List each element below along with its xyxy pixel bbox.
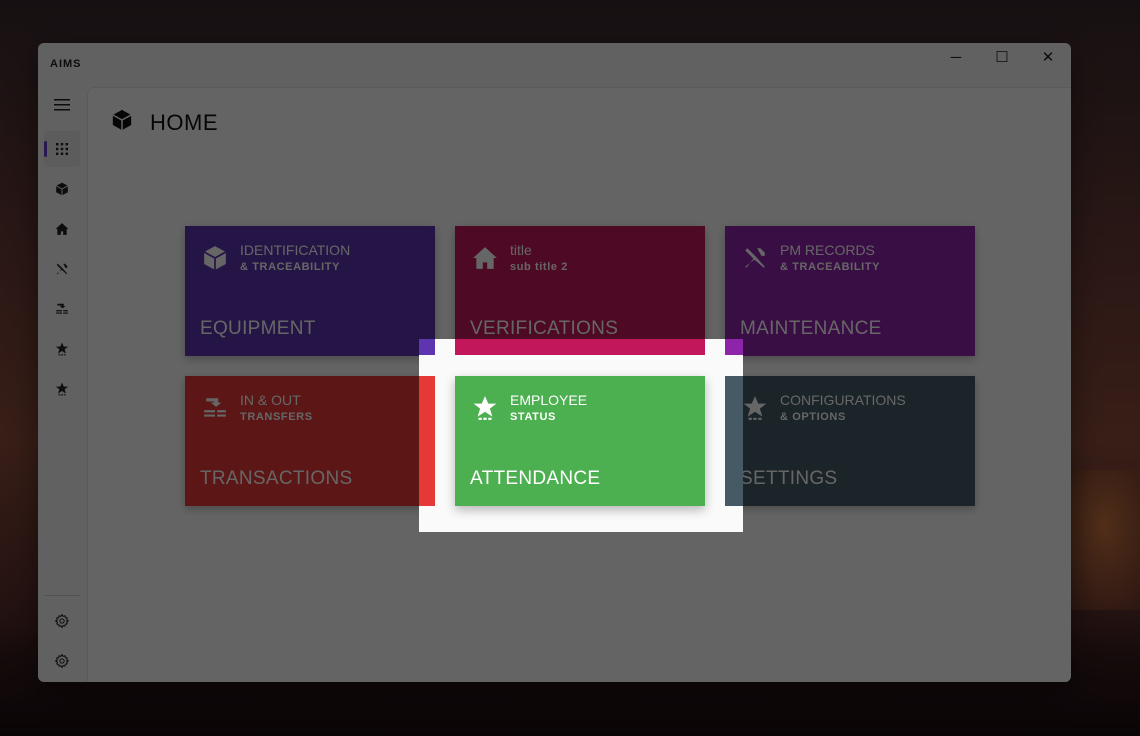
title-bar: AIMS ─ ☐ ✕ xyxy=(38,43,1071,87)
sidebar-item-apps[interactable] xyxy=(44,131,80,167)
gear-icon xyxy=(54,653,70,669)
star-icon xyxy=(55,382,69,396)
tile-title: ATTENDANCE xyxy=(470,468,601,489)
sidebar-item-maintenance[interactable] xyxy=(44,251,80,287)
sidebar-item-settings[interactable] xyxy=(44,371,80,407)
hamburger-menu-button[interactable] xyxy=(44,87,80,123)
tile-title: MAINTENANCE xyxy=(740,318,882,339)
star-icon xyxy=(55,342,69,356)
tile-edge-equipment xyxy=(419,339,435,355)
sidebar-item-equipment[interactable] xyxy=(44,171,80,207)
tile-edge-maintenance xyxy=(725,339,743,355)
spotlight-panel: EMPLOYEE STATUS ATTENDANCE xyxy=(419,339,743,532)
tile-subtitle: title xyxy=(510,242,532,258)
tile-subtitle-2: STATUS xyxy=(510,411,556,423)
sidebar-item-home[interactable] xyxy=(44,211,80,247)
tools-icon xyxy=(56,263,68,275)
tile-subtitle: CONFIGURATIONS xyxy=(780,392,906,408)
maximize-button[interactable]: ☐ xyxy=(979,43,1025,71)
tile-equipment[interactable]: IDENTIFICATION & TRACEABILITY EQUIPMENT xyxy=(185,226,435,356)
sidebar-item-attendance[interactable] xyxy=(44,331,80,367)
gear-icon xyxy=(54,613,70,629)
tile-subtitle: PM RECORDS xyxy=(780,242,875,258)
tile-subtitle-2: TRANSFERS xyxy=(240,411,313,423)
transfer-icon xyxy=(199,392,231,424)
close-button[interactable]: ✕ xyxy=(1025,43,1071,71)
tile-transactions[interactable]: IN & OUT TRANSFERS TRANSACTIONS xyxy=(185,376,435,506)
home-icon xyxy=(469,242,501,274)
sidebar xyxy=(38,87,86,682)
transfer-icon xyxy=(56,303,68,314)
tools-icon xyxy=(739,242,771,274)
sidebar-settings-button[interactable] xyxy=(44,603,80,639)
tile-subtitle-2: & TRACEABILITY xyxy=(780,261,881,273)
tile-subtitle-2: & OPTIONS xyxy=(780,411,846,423)
app-title: AIMS xyxy=(50,58,82,70)
tile-maintenance[interactable]: PM RECORDS & TRACEABILITY MAINTENANCE xyxy=(725,226,975,356)
tile-edge-settings xyxy=(725,376,743,506)
tile-title: EQUIPMENT xyxy=(200,318,316,339)
tile-subtitle: EMPLOYEE xyxy=(510,392,588,408)
apps-grid-icon xyxy=(56,143,68,155)
minimize-button[interactable]: ─ xyxy=(933,43,979,71)
tile-settings[interactable]: CONFIGURATIONS & OPTIONS SETTINGS xyxy=(725,376,975,506)
star-icon xyxy=(739,392,771,424)
tile-subtitle: IDENTIFICATION xyxy=(240,242,351,258)
tile-subtitle-2: sub title 2 xyxy=(510,261,568,273)
tile-subtitle-2: & TRACEABILITY xyxy=(240,261,341,273)
tile-edge-transactions xyxy=(419,376,435,506)
tile-edge-verifications xyxy=(455,339,705,355)
tile-attendance[interactable]: EMPLOYEE STATUS ATTENDANCE xyxy=(455,376,705,506)
cube-icon xyxy=(199,242,231,274)
tile-subtitle: IN & OUT xyxy=(240,392,301,408)
tile-title: SETTINGS xyxy=(740,468,838,489)
star-icon xyxy=(469,392,501,424)
cube-icon xyxy=(111,109,133,136)
cube-icon xyxy=(55,182,69,196)
sidebar-options-button[interactable] xyxy=(44,643,80,679)
home-icon xyxy=(55,223,69,235)
tile-title: TRANSACTIONS xyxy=(200,468,353,489)
page-title: HOME xyxy=(150,110,218,135)
sidebar-item-transactions[interactable] xyxy=(44,291,80,327)
tile-title: VERIFICATIONS xyxy=(470,318,619,339)
hamburger-menu-icon xyxy=(54,99,70,111)
tile-verifications[interactable]: title sub title 2 VERIFICATIONS xyxy=(455,226,705,356)
sidebar-divider xyxy=(44,595,80,596)
